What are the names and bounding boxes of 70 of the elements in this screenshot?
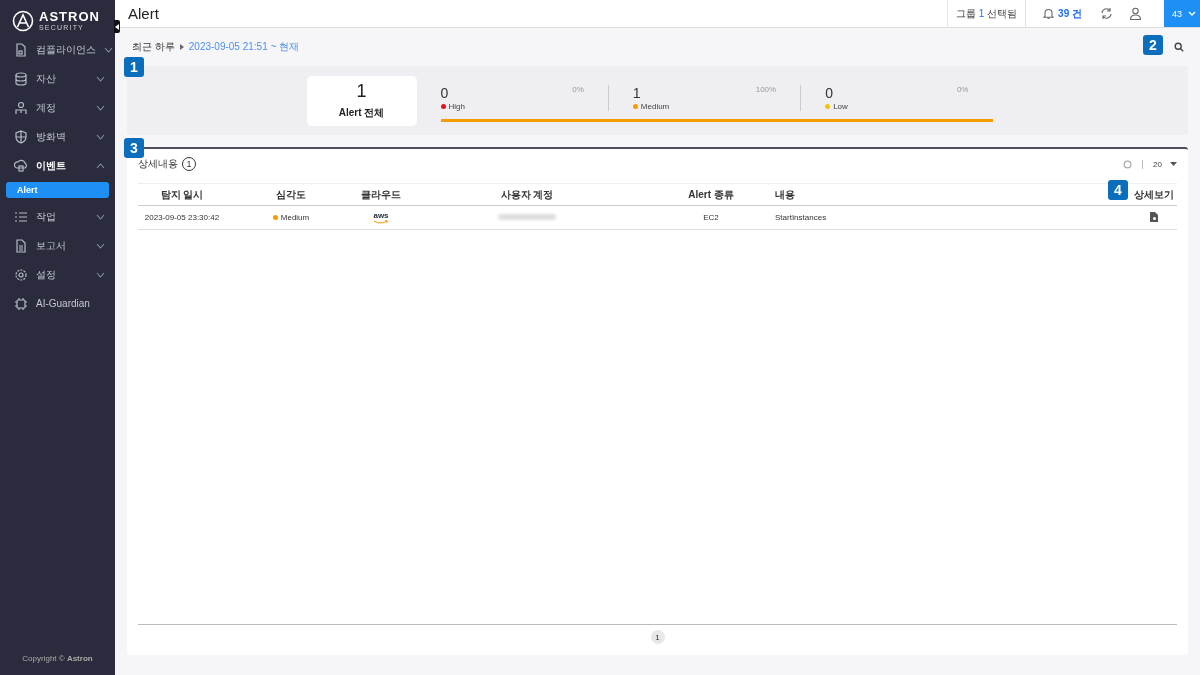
document-icon[interactable] <box>1150 211 1158 222</box>
table-cell: Medium <box>280 213 310 222</box>
nav-item[interactable]: 계정 <box>0 93 115 122</box>
logo-name: ASTRON <box>39 10 100 23</box>
chevron-down-icon <box>96 213 105 220</box>
report-icon <box>14 238 28 253</box>
db-icon <box>14 71 28 86</box>
user-icon[interactable] <box>1129 7 1142 20</box>
chevron-down-icon <box>96 104 105 111</box>
nav-item[interactable]: 자산 <box>0 64 115 93</box>
time-range[interactable]: 최근 하루 <box>132 40 175 54</box>
chevron-down-icon <box>1188 11 1196 16</box>
severity-count: 0 <box>440 85 449 101</box>
doc-icon <box>14 42 28 57</box>
notification-count[interactable]: 39 건 <box>1058 6 1082 21</box>
person-icon <box>14 100 28 115</box>
copyright-text: Copyright © Astron <box>21 654 94 663</box>
column-header: 클라우드 <box>361 188 401 200</box>
table-cell: EC2 <box>703 213 719 222</box>
chevron-down-icon <box>96 242 105 249</box>
column-header: 상세보기 <box>1134 188 1174 200</box>
severity-percent: 0% <box>956 85 969 96</box>
caret-right-icon <box>179 44 184 50</box>
nav-item[interactable]: 설정 <box>0 260 115 289</box>
aws-logo: aws <box>373 212 389 224</box>
page-size-select[interactable]: 20 <box>1153 159 1162 169</box>
severity-label: Medium <box>640 102 670 111</box>
nav-item[interactable]: AI-Guardian <box>0 289 115 318</box>
table-cell: StartInstances <box>775 213 827 222</box>
list-icon <box>14 209 28 224</box>
severity-percent: 100% <box>755 85 777 96</box>
nav-item[interactable]: 컴플라이언스 <box>0 35 115 64</box>
column-header: 사용자 계정 <box>500 188 554 200</box>
search-icon[interactable] <box>1174 42 1184 52</box>
chevron-down-icon <box>96 75 105 82</box>
chevron-down-icon <box>104 46 113 53</box>
shield-icon <box>14 129 28 144</box>
logo-icon <box>12 9 34 32</box>
column-header: 탐지 일시 <box>160 188 204 200</box>
total-count: 1 <box>356 81 367 102</box>
page-title: Alert <box>128 5 160 22</box>
table-cell: 2023-09-05 23:30:42 <box>144 213 220 222</box>
chip-icon <box>14 296 28 311</box>
total-label: Alert 전체 <box>338 106 385 120</box>
nav-item[interactable]: 이벤트 <box>0 151 115 180</box>
severity-count: 1 <box>632 85 641 101</box>
chevron-up-icon <box>96 162 105 169</box>
chevron-down-icon <box>96 133 105 140</box>
group-selection[interactable]: 그룹 1 선택됨 <box>946 0 1027 27</box>
annotation-marker: 4 <box>1108 180 1128 200</box>
annotation-marker: 2 <box>1143 35 1163 55</box>
bell-icon[interactable] <box>1042 7 1056 20</box>
gear-icon <box>14 267 28 282</box>
page-button[interactable]: 1 <box>650 630 665 644</box>
cloud-icon <box>14 158 28 173</box>
column-header: 내용 <box>775 188 795 200</box>
nav-item[interactable]: 보고서 <box>0 231 115 260</box>
details-title: 상세내용 <box>138 157 178 171</box>
column-header: Alert 종류 <box>688 188 734 200</box>
chevron-down-icon <box>96 271 105 278</box>
severity-count: 0 <box>825 85 833 101</box>
severity-label: High <box>448 102 465 111</box>
collapse-handle[interactable] <box>114 20 120 33</box>
annotation-marker: 3 <box>124 138 144 158</box>
annotation-marker: 1 <box>124 57 144 77</box>
nav-item[interactable]: 방화벽 <box>0 122 115 151</box>
severity-label: Low <box>833 102 848 111</box>
nav-item[interactable]: 작업 <box>0 202 115 231</box>
column-header: 심각도 <box>276 188 306 200</box>
caret-down-icon[interactable] <box>1170 162 1177 166</box>
